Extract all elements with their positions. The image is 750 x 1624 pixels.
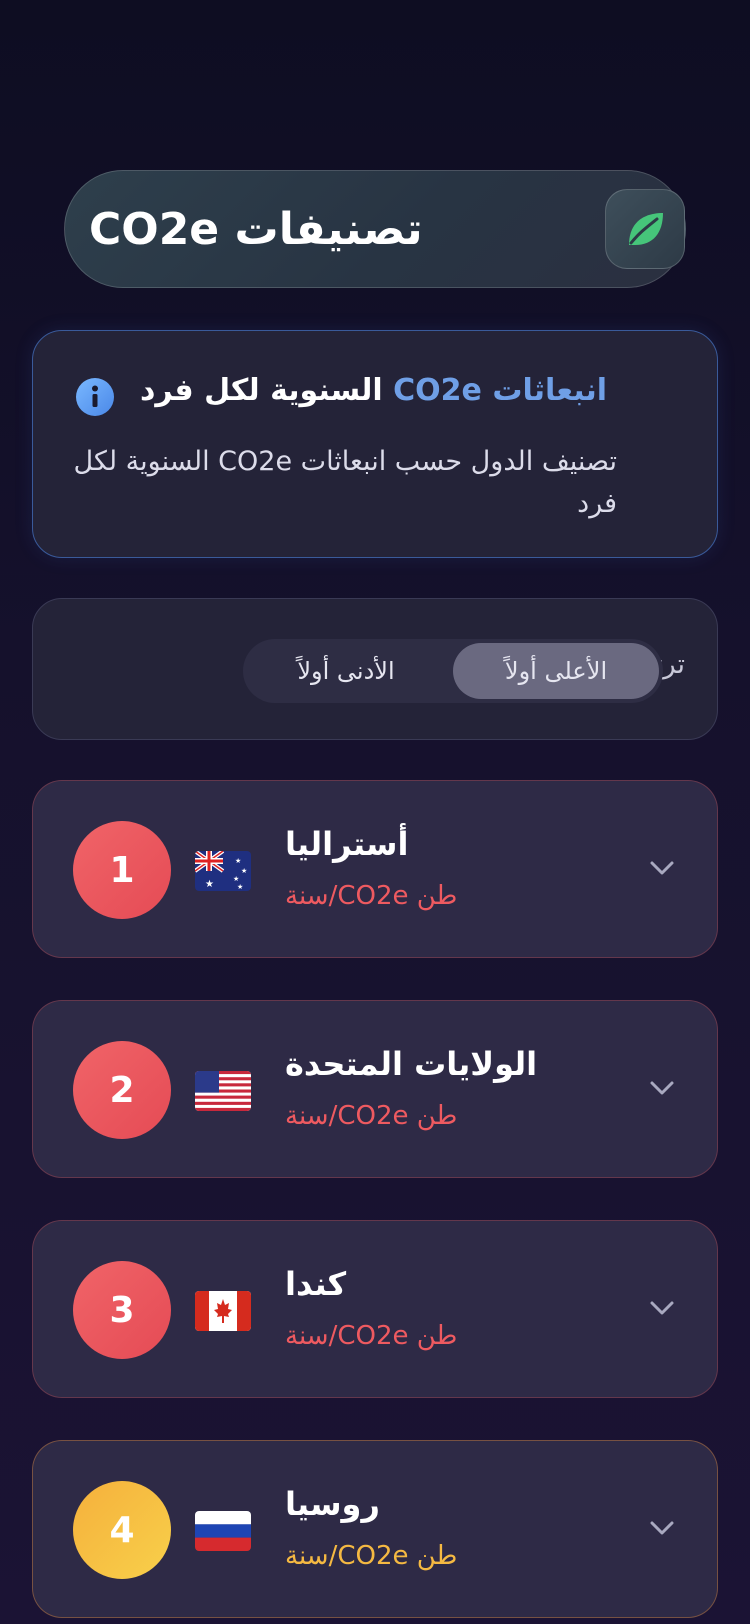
ranking-item[interactable]: 4 روسيا طن CO2e/سنة: [32, 1440, 718, 1618]
info-icon: [75, 377, 115, 417]
info-heading-accent: انبعاثات CO2e: [393, 373, 607, 408]
emission-unit: طن CO2e/سنة: [285, 881, 458, 911]
info-description: تصنيف الدول حسب انبعاثات CO2e السنوية لك…: [73, 446, 618, 519]
info-card: انبعاثات CO2e السنوية لكل فرد تصنيف الدو…: [32, 330, 718, 558]
rank-badge: 2: [73, 1041, 171, 1139]
svg-text:★: ★: [205, 879, 214, 890]
svg-text:★: ★: [241, 867, 247, 875]
ranking-item[interactable]: 1 ★ ★ ★ ★ ★ أستراليا طن CO2e/سنة: [32, 780, 718, 958]
sort-option-lowest-first[interactable]: الأدنى أولاً: [243, 639, 449, 703]
app-header: تصنيفات CO2e: [64, 170, 686, 288]
country-name: كندا: [285, 1265, 347, 1303]
sort-segmented-control: الأعلى أولاً الأدنى أولاً: [243, 639, 663, 703]
svg-text:★: ★: [235, 857, 241, 865]
emission-unit: طن CO2e/سنة: [285, 1541, 458, 1571]
ranking-item[interactable]: 3 كندا طن CO2e/سنة: [32, 1220, 718, 1398]
leaf-icon: [605, 189, 685, 269]
chevron-down-icon[interactable]: [647, 1293, 677, 1327]
country-name: أستراليا: [285, 825, 409, 863]
chevron-down-icon[interactable]: [647, 1073, 677, 1107]
russia-flag-icon: [195, 1511, 251, 1551]
chevron-down-icon[interactable]: [647, 1513, 677, 1547]
australia-flag-icon: ★ ★ ★ ★ ★: [195, 851, 251, 891]
info-heading-rest: السنوية لكل فرد: [140, 373, 394, 408]
svg-text:★: ★: [237, 883, 243, 891]
info-heading: انبعاثات CO2e السنوية لكل فرد: [140, 373, 607, 408]
rank-badge: 4: [73, 1481, 171, 1579]
rank-badge: 1: [73, 821, 171, 919]
country-name: الولايات المتحدة: [285, 1045, 538, 1083]
canada-flag-icon: [195, 1291, 251, 1331]
svg-text:★: ★: [233, 875, 239, 883]
ranking-item[interactable]: 2 الولايات المتحدة طن CO2e/سنة: [32, 1000, 718, 1178]
chevron-down-icon[interactable]: [647, 853, 677, 887]
sort-option-highest-first[interactable]: الأعلى أولاً: [453, 643, 659, 699]
usa-flag-icon: [195, 1071, 251, 1111]
rank-badge: 3: [73, 1261, 171, 1359]
emission-unit: طن CO2e/سنة: [285, 1321, 458, 1351]
country-name: روسيا: [285, 1485, 380, 1523]
sort-card: ترتيب حسب الأعلى أولاً الأدنى أولاً: [32, 598, 718, 740]
emission-unit: طن CO2e/سنة: [285, 1101, 458, 1131]
page-title: تصنيفات CO2e: [89, 203, 423, 255]
